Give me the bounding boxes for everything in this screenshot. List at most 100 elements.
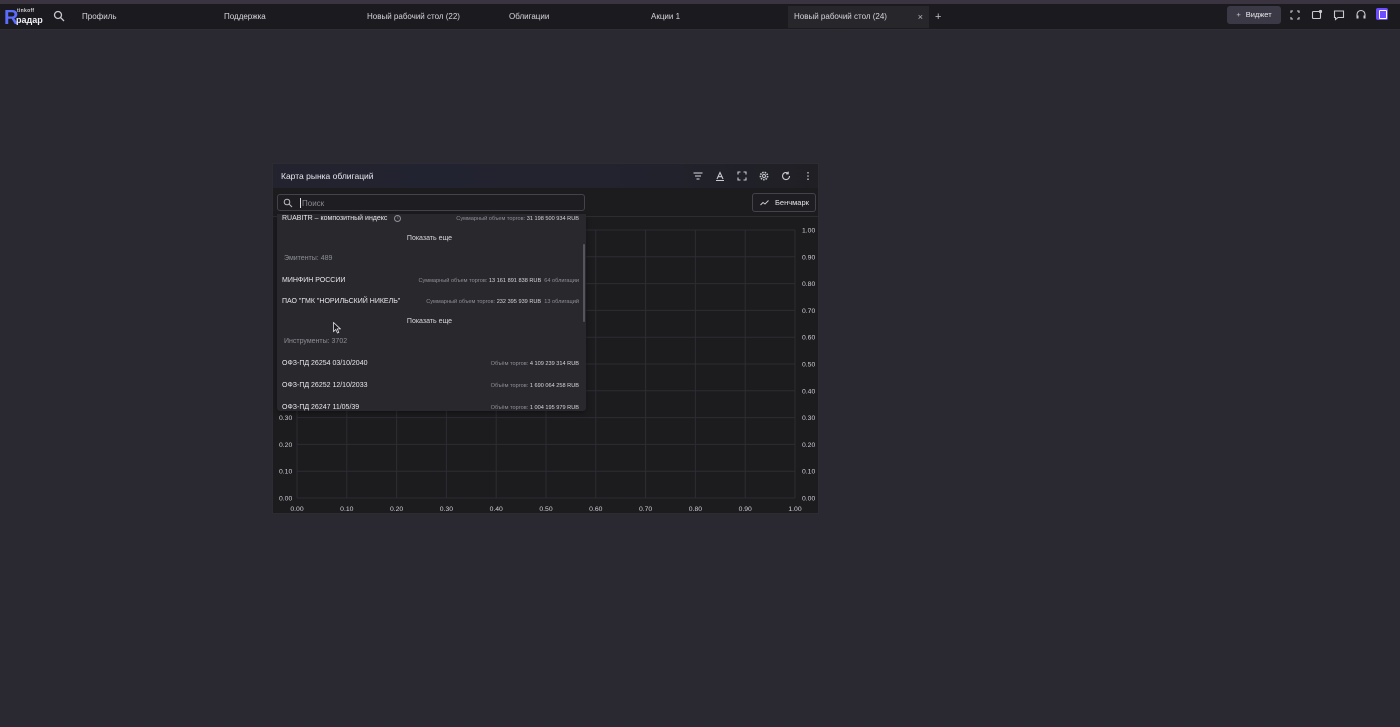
x-tick-label: 0.90 bbox=[739, 506, 752, 513]
refresh-icon[interactable] bbox=[780, 170, 792, 182]
y-tick-label: 1.00 bbox=[802, 228, 815, 235]
y-tick-label: 0.50 bbox=[802, 362, 815, 369]
widget-header: Карта рынка облигаций bbox=[273, 164, 818, 188]
widget-title: Карта рынка облигаций bbox=[281, 171, 374, 181]
volume-value: 1 004 195 979 RUB bbox=[529, 405, 579, 411]
show-more-button[interactable]: Показать еще bbox=[277, 318, 582, 325]
filter-icon[interactable] bbox=[692, 170, 704, 182]
volume-value: 13 161 891 838 RUB bbox=[488, 278, 542, 284]
y-tick-label: 0.40 bbox=[802, 388, 815, 395]
tab-label: Новый рабочий стол (24) bbox=[794, 12, 887, 21]
y-tick-label-left: 0.00 bbox=[279, 496, 292, 503]
bond-count: 13 облигаций bbox=[544, 299, 579, 305]
tab-label: Облигации bbox=[509, 12, 550, 21]
volume-label: Суммарный объем торгов: bbox=[456, 216, 526, 222]
y-tick-label-left: 0.10 bbox=[279, 469, 292, 476]
tab-bonds[interactable]: Облигации bbox=[503, 6, 643, 28]
index-row[interactable]: RUABITR – композитный индекс i Суммарный … bbox=[277, 214, 582, 226]
tab-label: Новый рабочий стол (22) bbox=[367, 12, 460, 21]
fullscreen-icon[interactable] bbox=[1288, 8, 1302, 22]
y-tick-label: 0.20 bbox=[802, 442, 815, 449]
info-icon[interactable]: i bbox=[394, 214, 402, 222]
text-caret bbox=[300, 198, 301, 208]
tab-support[interactable]: Поддержка bbox=[218, 6, 358, 28]
instrument-name: ОФЗ-ПД 26247 11/05/39 bbox=[282, 404, 360, 411]
index-name: RUABITR – композитный индекс i bbox=[282, 214, 402, 226]
search-icon bbox=[283, 198, 293, 208]
add-widget-button[interactable]: + Виджет bbox=[1227, 6, 1281, 24]
instrument-volume: Объём торгов: 1 004 195 979 RUB bbox=[491, 401, 579, 411]
tab-label: Профиль bbox=[82, 12, 117, 21]
x-tick-label: 0.50 bbox=[539, 506, 552, 513]
plus-icon: + bbox=[1236, 10, 1241, 19]
instrument-name: ОФЗ-ПД 26252 12/10/2033 bbox=[282, 382, 368, 389]
gear-icon[interactable] bbox=[758, 170, 770, 182]
x-tick-label: 0.40 bbox=[490, 506, 503, 513]
logo-word: радар bbox=[16, 15, 43, 25]
search-results-dropdown: RUABITR – композитный индекс i Суммарный … bbox=[277, 214, 586, 411]
scrollbar[interactable] bbox=[583, 244, 585, 322]
notifications-icon[interactable] bbox=[1310, 8, 1324, 22]
instrument-volume: Объём торгов: 4 109 239 314 RUB bbox=[491, 357, 579, 371]
volume-label: Объём торгов: bbox=[490, 405, 529, 411]
headset-icon[interactable] bbox=[1354, 8, 1368, 22]
y-tick-label-left: 0.20 bbox=[279, 442, 292, 449]
mouse-cursor-icon bbox=[333, 322, 341, 334]
trend-icon bbox=[760, 200, 769, 206]
x-tick-label: 0.10 bbox=[340, 506, 353, 513]
tab-profile[interactable]: Профиль bbox=[76, 6, 216, 28]
issuer-name: МИНФИН РОССИИ bbox=[282, 277, 346, 284]
text-size-icon[interactable] bbox=[714, 170, 726, 182]
tab-stocks-1[interactable]: Акции 1 bbox=[645, 6, 785, 28]
x-tick-label: 0.70 bbox=[639, 506, 652, 513]
y-tick-label: 0.80 bbox=[802, 281, 815, 288]
list-item[interactable]: ПАО "ГМК "НОРИЛЬСКИЙ НИКЕЛЬ" Суммарный о… bbox=[277, 295, 582, 309]
list-item[interactable]: ОФЗ-ПД 26252 12/10/2033 Объём торгов: 1 … bbox=[277, 379, 582, 393]
bond-market-map-widget: Карта рынка облигаций Поиск Бенчмарк 0.0… bbox=[272, 163, 819, 514]
logo-small-text: tinkoff bbox=[17, 8, 35, 14]
y-tick-label: 0.00 bbox=[802, 496, 815, 503]
instrument-name: ОФЗ-ПД 26254 03/10/2040 bbox=[282, 360, 368, 367]
list-item[interactable]: ОФЗ-ПД 26247 11/05/39 Объём торгов: 1 00… bbox=[277, 401, 582, 411]
instruments-header: Инструменты: 3702 bbox=[284, 338, 348, 345]
volume-value: 1 690 064 258 RUB bbox=[529, 383, 579, 389]
x-tick-label: 1.00 bbox=[788, 506, 801, 513]
volume-label: Объём торгов: bbox=[490, 361, 529, 367]
y-tick-label: 0.30 bbox=[802, 415, 815, 422]
y-tick-label: 0.60 bbox=[802, 335, 815, 342]
benchmark-button[interactable]: Бенчмарк bbox=[752, 193, 816, 212]
avatar[interactable] bbox=[1376, 8, 1388, 20]
volume-value: 4 109 239 314 RUB bbox=[529, 361, 579, 367]
x-tick-label: 0.80 bbox=[689, 506, 702, 513]
tab-desktop-24[interactable]: Новый рабочий стол (24) × bbox=[788, 6, 929, 28]
y-tick-label: 0.10 bbox=[802, 469, 815, 476]
list-item[interactable]: ОФЗ-ПД 26254 03/10/2040 Объём торгов: 4 … bbox=[277, 357, 582, 371]
index-name-text: RUABITR – композитный индекс bbox=[282, 215, 388, 222]
top-bar: R tinkoff радар Профиль Поддержка Новый … bbox=[0, 0, 1400, 30]
search-icon[interactable] bbox=[53, 10, 65, 22]
show-more-button[interactable]: Показать еще bbox=[277, 235, 582, 242]
x-tick-label: 0.60 bbox=[589, 506, 602, 513]
volume-label: Суммарный объем торгов: bbox=[418, 278, 488, 284]
app-logo[interactable]: R tinkoff радар bbox=[4, 7, 43, 29]
add-tab-button[interactable]: + bbox=[935, 6, 941, 28]
x-tick-label: 0.20 bbox=[390, 506, 403, 513]
search-field[interactable] bbox=[277, 194, 585, 211]
list-item[interactable]: МИНФИН РОССИИ Суммарный объем торгов: 13… bbox=[277, 274, 582, 288]
tab-label: Акции 1 bbox=[651, 12, 681, 21]
search-input[interactable] bbox=[302, 196, 572, 210]
benchmark-label: Бенчмарк bbox=[775, 198, 809, 207]
index-volume: Суммарный объем торгов: 31 198 500 934 R… bbox=[456, 214, 579, 226]
tab-desktop-22[interactable]: Новый рабочий стол (22) bbox=[361, 6, 501, 28]
issuer-volume: Суммарный объем торгов: 13 161 891 838 R… bbox=[418, 274, 579, 288]
widget-button-label: Виджет bbox=[1245, 10, 1272, 19]
chat-icon[interactable] bbox=[1332, 8, 1346, 22]
volume-label: Суммарный объем торгов: bbox=[426, 299, 496, 305]
volume-label: Объём торгов: bbox=[490, 383, 529, 389]
more-icon[interactable] bbox=[802, 170, 814, 182]
x-tick-label: 0.00 bbox=[290, 506, 303, 513]
y-tick-label: 0.90 bbox=[802, 254, 815, 261]
close-icon[interactable]: × bbox=[918, 6, 923, 28]
bond-count: 64 облигации bbox=[544, 278, 579, 284]
expand-icon[interactable] bbox=[736, 170, 748, 182]
